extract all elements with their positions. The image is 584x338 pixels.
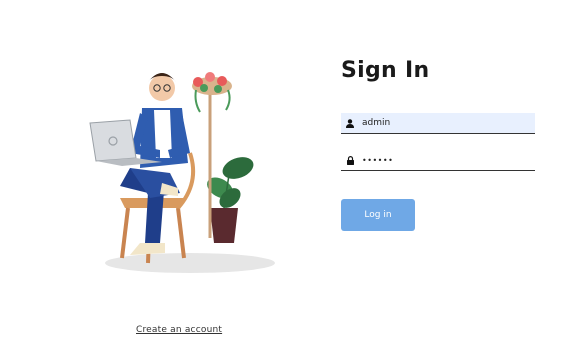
user-icon — [341, 118, 359, 128]
lock-icon — [341, 155, 359, 165]
password-field[interactable] — [341, 150, 535, 171]
illustration-man-with-laptop — [70, 58, 290, 288]
signin-form: Sign In Log in — [341, 58, 536, 231]
create-account-link[interactable]: Create an account — [136, 325, 222, 335]
username-input[interactable] — [359, 118, 529, 128]
password-input[interactable] — [359, 155, 529, 165]
page-title: Sign In — [341, 58, 430, 83]
login-button[interactable]: Log in — [341, 199, 415, 231]
username-field[interactable] — [341, 113, 535, 134]
